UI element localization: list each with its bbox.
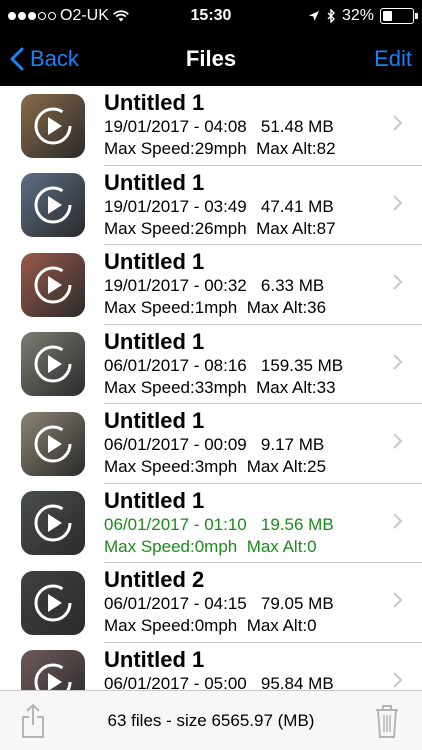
edit-button[interactable]: Edit: [374, 46, 412, 72]
play-icon: [34, 266, 72, 304]
video-thumbnail: [21, 93, 85, 158]
play-icon: [34, 584, 72, 622]
file-date-size: 06/01/2017 - 01:10 19.56 MB: [104, 514, 334, 534]
carrier-label: O2-UK: [60, 7, 109, 24]
status-left: O2-UK: [8, 7, 129, 25]
file-row[interactable]: Untitled 1 06/01/2017 - 08:16 159.35 MB …: [0, 325, 422, 405]
file-title: Untitled 1: [104, 328, 205, 354]
file-title: Untitled 1: [104, 90, 205, 115]
file-date-size: 06/01/2017 - 05:00 95.84 MB: [104, 673, 334, 691]
play-icon: [34, 345, 72, 383]
battery-percent: 32%: [341, 7, 374, 24]
play-icon: [34, 663, 72, 690]
video-thumbnail: [21, 650, 85, 690]
chevron-right-icon: [393, 512, 403, 529]
bluetooth-icon: [327, 9, 335, 23]
battery-icon: [380, 8, 418, 24]
file-title: Untitled 1: [104, 408, 205, 433]
chevron-right-icon: [393, 592, 403, 608]
file-row[interactable]: Untitled 1 06/01/2017 - 05:00 95.84 MB: [0, 643, 422, 691]
file-stats: Max Speed:33mph Max Alt:33: [104, 377, 336, 397]
file-info: Untitled 1 19/01/2017 - 03:49 47.41 MB M…: [104, 170, 336, 240]
file-stats: Max Speed:0mph Max Alt:0: [104, 616, 317, 635]
chevron-right-icon: [393, 194, 403, 211]
chevron-right-icon: [393, 353, 403, 370]
file-stats: Max Speed:26mph Max Alt:87: [104, 218, 336, 238]
file-info: Untitled 1 06/01/2017 - 05:00 95.84 MB: [104, 647, 334, 691]
files-summary: 63 files - size 6565.97 (MB): [107, 710, 315, 730]
file-stats: Max Speed:29mph Max Alt:82: [104, 139, 336, 158]
play-icon: [34, 425, 72, 463]
bottom-toolbar: 63 files - size 6565.97 (MB): [0, 690, 422, 750]
status-bar: O2-UK 15:30 32%: [0, 0, 422, 32]
wifi-icon: [113, 10, 129, 22]
battery-fill: [383, 11, 392, 21]
file-date-size: 19/01/2017 - 03:49 47.41 MB: [104, 196, 334, 216]
video-thumbnail: [21, 332, 85, 397]
file-date-size: 19/01/2017 - 00:32 6.33 MB: [104, 276, 325, 295]
play-icon: [34, 107, 72, 145]
video-thumbnail: [21, 491, 85, 556]
play-icon: [34, 186, 72, 224]
chevron-right-icon: [393, 274, 403, 290]
video-thumbnail: [21, 411, 85, 476]
file-date-size: 06/01/2017 - 04:15 79.05 MB: [104, 594, 334, 613]
file-row[interactable]: Untitled 2 06/01/2017 - 04:15 79.05 MB M…: [0, 563, 422, 643]
file-stats: Max Speed:0mph Max Alt:0: [104, 536, 317, 556]
file-date-size: 19/01/2017 - 04:08 51.48 MB: [104, 117, 334, 136]
chevron-left-icon: [10, 47, 24, 71]
file-title: Untitled 1: [104, 249, 205, 274]
file-info: Untitled 1 06/01/2017 - 01:10 19.56 MB M…: [104, 488, 334, 558]
file-stats: Max Speed:1mph Max Alt:36: [104, 298, 327, 317]
file-info: Untitled 2 06/01/2017 - 04:15 79.05 MB M…: [104, 567, 334, 637]
location-arrow-icon: [308, 11, 319, 21]
signal-strength-icon: [8, 12, 56, 20]
file-date-size: 06/01/2017 - 00:09 9.17 MB: [104, 435, 325, 454]
trash-icon[interactable]: [374, 703, 400, 739]
file-row[interactable]: Untitled 1 06/01/2017 - 00:09 9.17 MB Ma…: [0, 404, 422, 484]
file-title: Untitled 1: [104, 646, 205, 672]
chevron-right-icon: [393, 433, 403, 449]
file-row[interactable]: Untitled 1 19/01/2017 - 03:49 47.41 MB M…: [0, 166, 422, 246]
file-row[interactable]: Untitled 1 06/01/2017 - 01:10 19.56 MB M…: [0, 484, 422, 564]
file-title: Untitled 1: [104, 169, 205, 195]
file-date-size: 06/01/2017 - 08:16 159.35 MB: [104, 355, 344, 375]
play-icon: [34, 504, 72, 542]
nav-bar: Back Files Edit: [0, 32, 422, 86]
file-row[interactable]: Untitled 1 19/01/2017 - 04:08 51.48 MB M…: [0, 86, 422, 166]
file-row[interactable]: Untitled 1 19/01/2017 - 00:32 6.33 MB Ma…: [0, 245, 422, 325]
chevron-right-icon: [393, 671, 403, 688]
video-thumbnail: [21, 570, 85, 635]
back-label: Back: [30, 46, 79, 71]
status-right: 32%: [308, 7, 418, 25]
video-thumbnail: [21, 173, 85, 238]
file-info: Untitled 1 06/01/2017 - 08:16 159.35 MB …: [104, 329, 343, 399]
share-icon[interactable]: [20, 703, 46, 739]
file-info: Untitled 1 06/01/2017 - 00:09 9.17 MB Ma…: [104, 408, 326, 478]
file-stats: Max Speed:3mph Max Alt:25: [104, 457, 327, 476]
file-info: Untitled 1 19/01/2017 - 04:08 51.48 MB M…: [104, 90, 336, 160]
back-button[interactable]: Back: [10, 46, 79, 72]
file-title: Untitled 2: [104, 567, 205, 592]
file-list: Untitled 1 19/01/2017 - 04:08 51.48 MB M…: [0, 86, 422, 690]
chevron-right-icon: [393, 115, 403, 131]
file-title: Untitled 1: [104, 487, 205, 513]
video-thumbnail: [21, 252, 85, 317]
file-info: Untitled 1 19/01/2017 - 00:32 6.33 MB Ma…: [104, 249, 326, 319]
